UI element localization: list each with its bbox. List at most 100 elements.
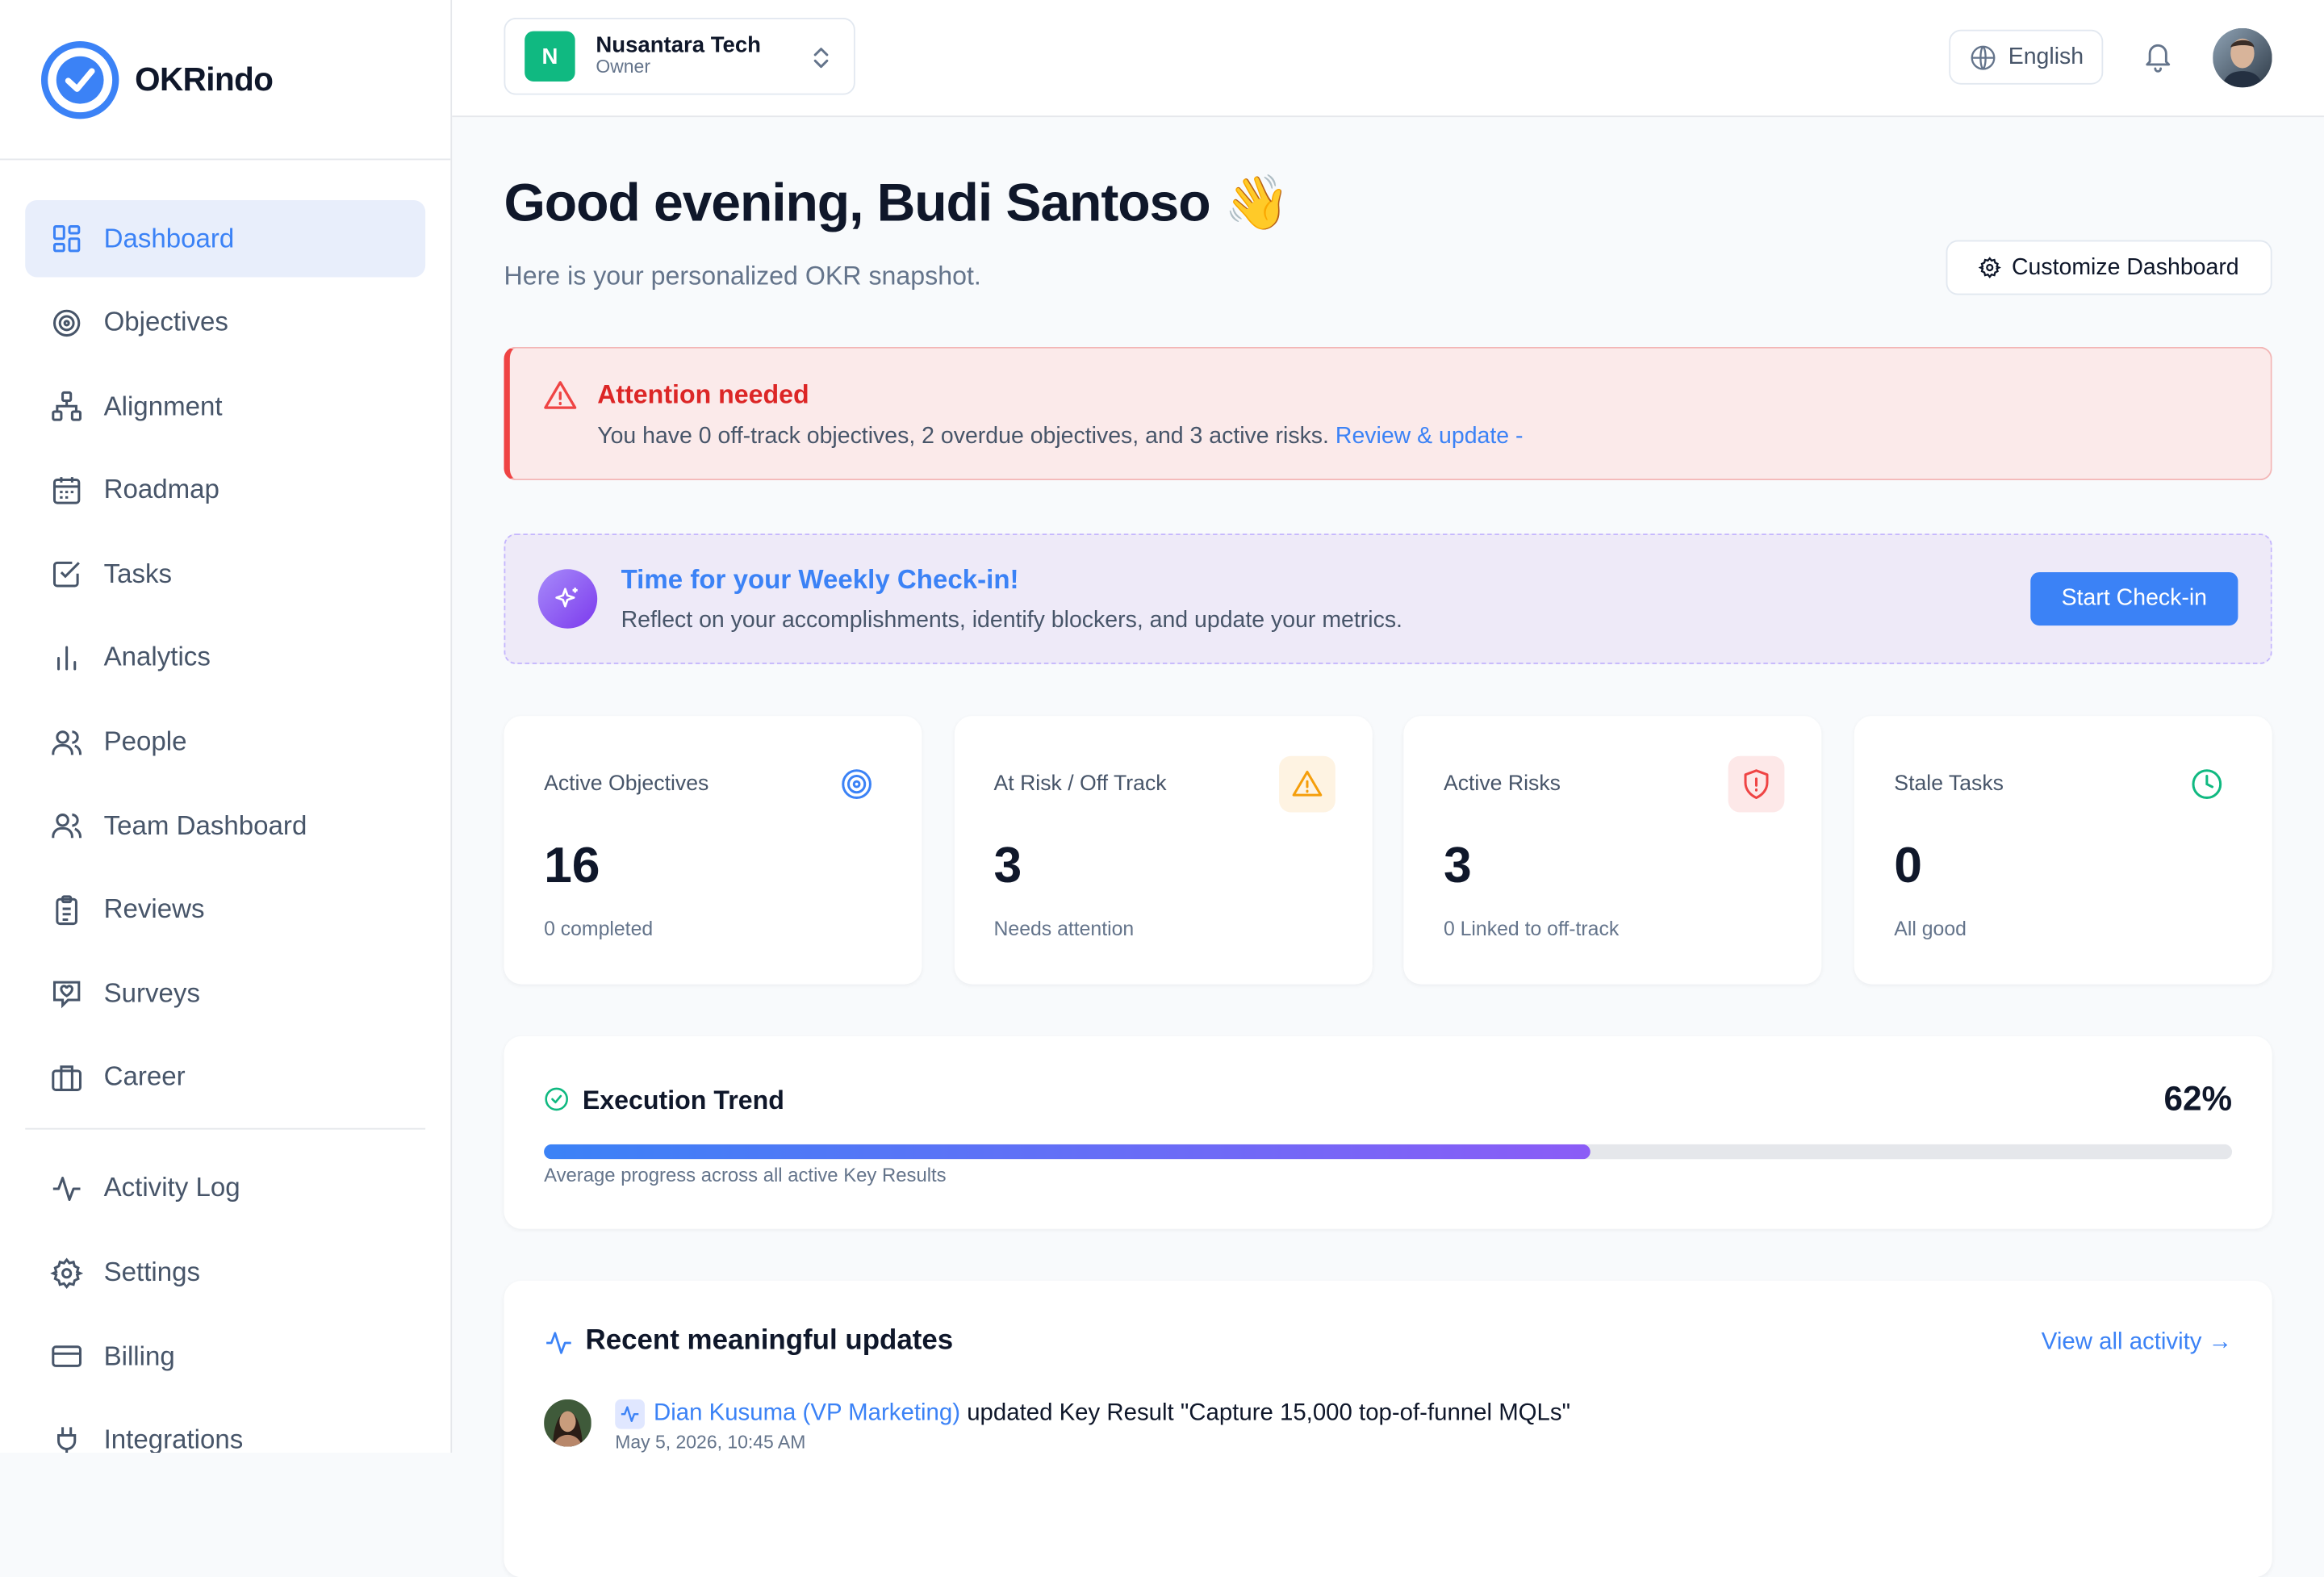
language-label: English <box>2008 44 2084 69</box>
app-name: OKRindo <box>135 60 274 98</box>
stat-card-active-risks[interactable]: Active Risks 3 0 Linked to off-track <box>1403 716 1822 985</box>
sidebar-item-label: Alignment <box>103 391 223 421</box>
alert-text: You have 0 off-track objectives, 2 overd… <box>597 424 1329 450</box>
topbar: N Nusantara Tech Owner English <box>452 0 2324 118</box>
weekly-checkin-banner: Time for your Weekly Check-in! Reflect o… <box>504 533 2272 664</box>
alert-title: Attention needed <box>597 379 809 409</box>
sidebar-item-analytics[interactable]: Analytics <box>25 620 425 697</box>
stat-card-at-risk[interactable]: At Risk / Off Track 3 Needs attention <box>953 716 1372 985</box>
stat-label: At Risk / Off Track <box>993 772 1167 797</box>
sidebar-item-people[interactable]: People <box>25 704 425 781</box>
stat-value: 0 <box>1894 837 1923 894</box>
sidebar-item-alignment[interactable]: Alignment <box>25 368 425 445</box>
brand[interactable]: OKRindo <box>0 0 451 161</box>
sidebar-item-label: Integrations <box>103 1424 244 1453</box>
sidebar-item-label: Reviews <box>103 893 205 924</box>
alert-message: You have 0 off-track objectives, 2 overd… <box>597 424 1523 450</box>
sidebar-item-team-dashboard[interactable]: Team Dashboard <box>25 788 425 865</box>
activity-icon <box>615 1399 645 1429</box>
stat-value: 3 <box>993 837 1022 894</box>
target-icon <box>52 308 81 337</box>
shield-alert-icon <box>1728 755 1785 813</box>
start-checkin-button[interactable]: Start Check-in <box>2030 571 2238 626</box>
view-all-activity-link[interactable]: View all activity → <box>2042 1330 2232 1357</box>
sidebar-item-activity-log[interactable]: Activity Log <box>25 1150 425 1228</box>
globe-icon <box>1971 44 1996 69</box>
stat-value: 3 <box>1443 837 1472 894</box>
avatar[interactable] <box>544 1399 591 1447</box>
execution-trend-card: Execution Trend 62% Average progress acr… <box>504 1035 2272 1229</box>
sidebar-item-objectives[interactable]: Objectives <box>25 284 425 362</box>
sidebar-item-billing[interactable]: Billing <box>25 1318 425 1395</box>
sidebar-nav: Dashboard Objectives Alignment Roadmap T… <box>0 160 450 1453</box>
user-avatar[interactable] <box>2213 27 2272 88</box>
users-icon <box>52 814 82 839</box>
sidebar-item-label: Dashboard <box>103 223 235 253</box>
sidebar-item-label: People <box>103 726 187 756</box>
sparkles-icon <box>537 569 598 629</box>
trend-title: Execution Trend <box>582 1085 784 1115</box>
customize-dashboard-button[interactable]: Customize Dashboard <box>1946 240 2272 295</box>
user-avatar-image <box>2213 27 2272 88</box>
sidebar-item-dashboard[interactable]: Dashboard <box>25 199 426 278</box>
recent-updates-card: Recent meaningful updates View all activ… <box>504 1280 2272 1577</box>
stat-card-active-objectives[interactable]: Active Objectives 16 0 completed <box>504 716 922 985</box>
checkbox-icon <box>52 562 80 588</box>
clipboard-icon <box>56 894 77 925</box>
sidebar: OKRindo Dashboard Objectives Alignment R… <box>0 0 453 1453</box>
sidebar-item-surveys[interactable]: Surveys <box>25 955 425 1032</box>
org-role: Owner <box>596 56 650 78</box>
gear-icon <box>1979 257 2002 278</box>
org-name: Nusantara Tech <box>596 32 762 58</box>
sidebar-item-settings[interactable]: Settings <box>25 1234 425 1311</box>
target-icon <box>829 756 885 813</box>
credit-card-icon <box>52 1345 82 1368</box>
sidebar-item-integrations[interactable]: Integrations <box>25 1402 425 1453</box>
clock-icon <box>2179 756 2235 813</box>
progress-bar-fill <box>544 1144 1591 1160</box>
org-switcher[interactable]: N Nusantara Tech Owner <box>504 18 855 95</box>
trend-note: Average progress across all active Key R… <box>544 1163 947 1186</box>
stat-label: Active Risks <box>1443 772 1561 797</box>
survey-icon <box>52 981 81 1010</box>
checkin-title: Time for your Weekly Check-in! <box>621 564 1019 595</box>
recent-title: Recent meaningful updates <box>585 1325 954 1357</box>
sidebar-item-tasks[interactable]: Tasks <box>25 536 425 613</box>
page-title: Good evening, Budi Santoso 👋 <box>504 172 1290 233</box>
avatar-image <box>544 1399 591 1447</box>
sidebar-divider <box>25 1127 426 1130</box>
page-subtitle: Here is your personalized OKR snapshot. <box>504 261 981 291</box>
update-actor-link[interactable]: Dian Kusuma (VP Marketing) <box>654 1401 960 1426</box>
warning-icon <box>1278 755 1335 813</box>
sidebar-item-reviews[interactable]: Reviews <box>25 872 425 949</box>
stat-note: All good <box>1894 917 1967 940</box>
stat-card-stale-tasks[interactable]: Stale Tasks 0 All good <box>1854 716 2272 985</box>
update-timestamp: May 5, 2026, 10:45 AM <box>615 1432 806 1453</box>
plug-icon <box>57 1426 77 1453</box>
update-text: Dian Kusuma (VP Marketing) updated Key R… <box>654 1401 1570 1428</box>
trend-percent: 62% <box>2163 1079 2233 1118</box>
sidebar-item-roadmap[interactable]: Roadmap <box>25 452 425 529</box>
stat-value: 16 <box>544 837 600 894</box>
users-icon <box>52 730 82 755</box>
sidebar-item-label: Objectives <box>103 307 228 337</box>
chevron-up-down-icon <box>813 48 829 69</box>
briefcase-icon <box>52 1065 82 1091</box>
review-update-link[interactable]: Review & update - <box>1335 424 1524 449</box>
check-circle-icon <box>545 1087 568 1111</box>
okrindo-logo-icon <box>40 40 119 119</box>
hierarchy-icon <box>52 391 82 421</box>
language-selector[interactable]: English <box>1949 29 2104 85</box>
stat-note: 0 Linked to off-track <box>1443 917 1620 940</box>
sidebar-item-label: Surveys <box>103 977 201 1008</box>
sidebar-item-label: Team Dashboard <box>103 810 307 840</box>
sidebar-item-label: Roadmap <box>103 475 219 504</box>
sidebar-item-career[interactable]: Career <box>25 1039 425 1116</box>
checkin-text: Reflect on your accomplishments, identif… <box>621 608 1402 634</box>
update-action: updated Key Result "Capture 15,000 top-o… <box>967 1400 1571 1426</box>
gear-icon <box>50 1257 83 1289</box>
bell-icon[interactable] <box>2142 40 2174 73</box>
sidebar-item-label: Career <box>103 1061 186 1092</box>
stat-note: 0 completed <box>544 917 654 940</box>
sidebar-item-label: Tasks <box>103 558 173 588</box>
